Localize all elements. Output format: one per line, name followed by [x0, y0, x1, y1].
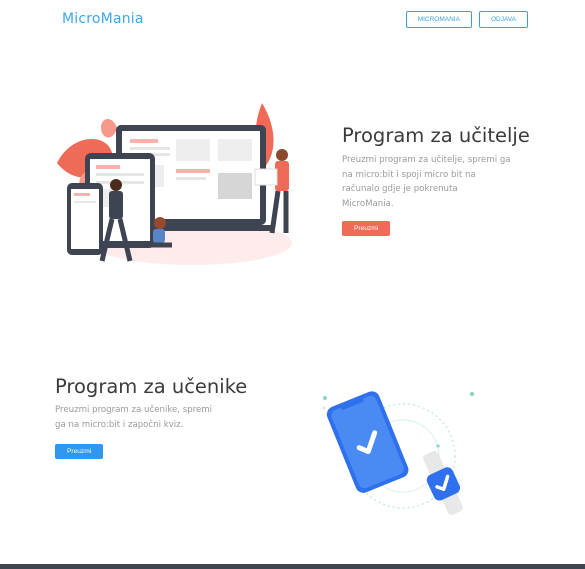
student-section-description: Preuzmi program za učenike, spremi ga na…	[55, 403, 212, 432]
devices-people-illustration	[57, 103, 292, 265]
student-section-title: Program za učenike	[55, 375, 248, 398]
teacher-section-description: Preuzmi program za učitelje, spremi ga n…	[342, 153, 511, 211]
top-nav: MICROMANIA ODJAVA	[405, 11, 528, 28]
teacher-desc-line: MicroMania.	[342, 198, 394, 209]
nav-logout-button[interactable]: ODJAVA	[478, 11, 528, 28]
brand-logo[interactable]: MicroMania	[62, 11, 144, 27]
student-desc-line: Preuzmi program za učenike, spremi	[55, 405, 213, 415]
teacher-section-title: Program za učitelje	[342, 124, 530, 147]
footer-bar	[0, 564, 585, 569]
teacher-desc-line: Preuzmi program za učitelje, spremi ga	[342, 155, 511, 165]
teacher-desc-line: računalo gdje je pokrenuta	[342, 184, 458, 194]
teacher-download-button[interactable]: Preuzmi	[342, 221, 391, 236]
student-download-button[interactable]: Preuzmi	[55, 444, 104, 459]
student-desc-line: ga na micro:bit i započni kviz.	[55, 419, 184, 430]
teacher-desc-line: na micro:bit i spoji micro bit na	[342, 169, 476, 180]
nav-micromania-button[interactable]: MICROMANIA	[405, 11, 472, 28]
phone-smartwatch-check-illustration	[322, 391, 475, 515]
